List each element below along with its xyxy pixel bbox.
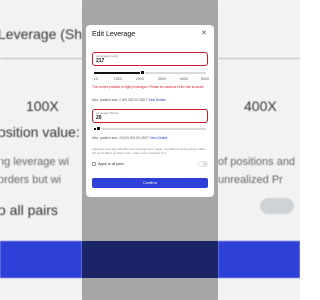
leverage-short-slider-handle[interactable] [95,126,101,131]
background-orders-text: orders but wi [0,174,61,186]
short-max-position: Max. position size: 20,000,000.00 USDT V… [92,136,208,140]
tick-label: 500X [200,77,210,81]
long-view-details-link[interactable]: View Details [148,98,165,102]
leverage-short-value: 20 [96,115,102,121]
long-max-position-text: Max. position size: 2,000,000.00 USDT [92,98,148,102]
apply-all-row: Apply to all pairs [92,161,208,168]
short-view-details-link[interactable]: View Details [150,136,167,140]
background-right: 400X of positions and unrealized Pr [218,0,300,300]
tick-label: 200X [135,77,145,81]
apply-all-toggle[interactable] [198,161,208,167]
confirm-button[interactable]: Confirm [92,178,208,188]
high-leverage-warning: The current position is highly leveraged… [92,85,205,89]
tick-label: 300X [157,77,167,81]
background-pairs-text: o all pairs [0,202,58,218]
apply-all-checkbox[interactable] [92,162,96,166]
leverage-long-field[interactable]: Leverage (Long) 217 [92,52,208,66]
background-toggle [260,198,294,214]
background-divider [0,58,82,59]
leverage-short-field[interactable]: Leverage (Short) 20 [92,109,208,123]
tick-label: 400X [179,77,189,81]
background-left: Leverage (Short) 100X osition value: 3 n… [0,0,82,300]
tick-label: 1X [93,77,99,81]
leverage-long-value: 217 [96,58,105,64]
background-positions-text: of positions and [218,156,296,168]
background-heading: Leverage (Short) [0,26,82,42]
background-position-text: osition value: 3 [0,124,82,140]
leverage-long-slider[interactable] [94,70,206,75]
apply-all-label: Apply to all pairs [98,162,124,166]
toggle-knob [199,162,203,166]
modal-title: Edit Leverage [92,31,136,38]
leverage-long-slider-fill [94,72,143,74]
leverage-long-ticks: 1X 100X 200X 300X 400X 500X [92,77,210,82]
edit-leverage-modal: Edit Leverage ✕ Leverage (Long) 217 1X 1… [86,25,214,197]
tick-label: 100X [113,77,123,81]
leverage-adjust-note: Adjusting leverage will affect the lever… [92,147,206,155]
dimmed-confirm-band [82,241,218,278]
close-icon[interactable]: ✕ [201,30,207,38]
background-confirm-band-right [218,241,300,278]
background-unrealized-text: unrealized Pr [218,174,283,186]
background-divider-right [218,58,300,59]
background-confirm-band [0,241,82,278]
background-adjust-text: ng leverage wi [0,156,69,168]
background-value-left: 100X [26,98,59,114]
long-max-position: Max. position size: 2,000,000.00 USDT Vi… [92,98,208,102]
leverage-long-slider-handle[interactable] [139,70,145,75]
screen: Leverage (Short) 100X osition value: 3 n… [0,0,300,300]
background-value-right: 400X [244,98,277,114]
leverage-short-slider[interactable] [94,126,206,131]
short-max-position-text: Max. position size: 20,000,000.00 USDT [92,136,149,140]
